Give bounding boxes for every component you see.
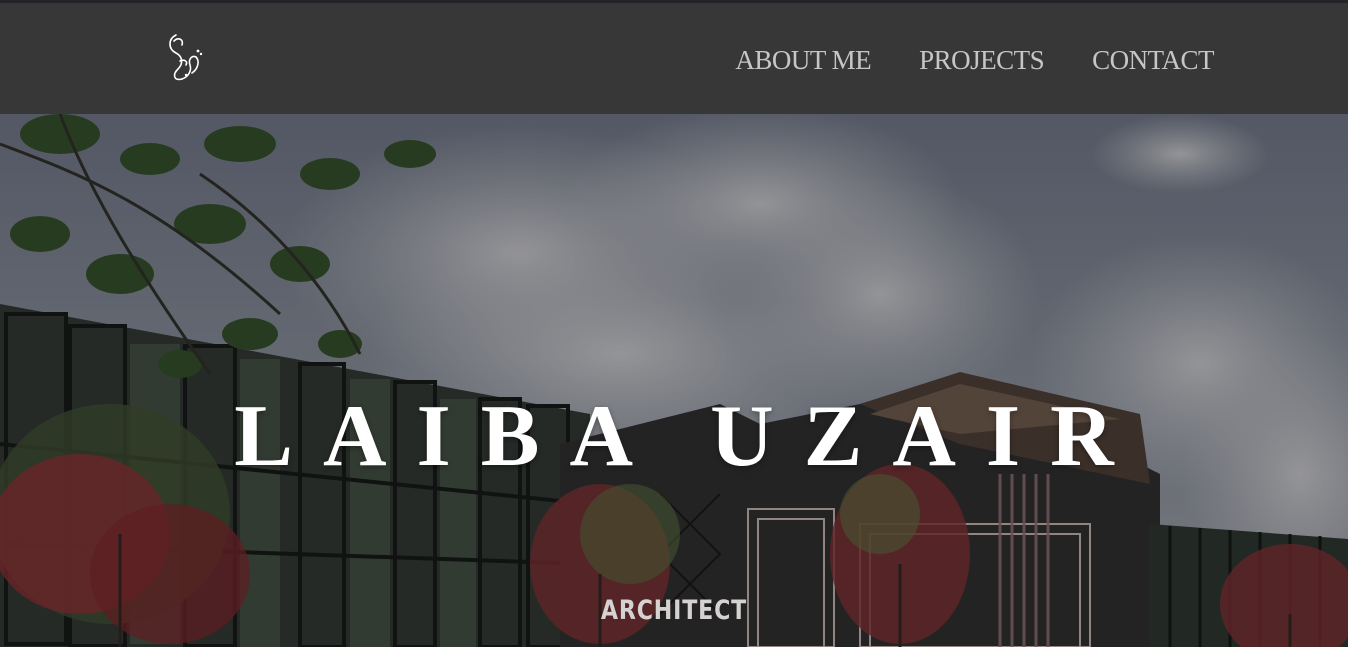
nav-contact[interactable]: CONTACT — [1092, 45, 1214, 75]
navbar: ABOUT ME PROJECTS CONTACT — [0, 3, 1348, 114]
nav-projects[interactable]: PROJECTS — [919, 45, 1045, 75]
hero-section: LAIBA UZAIR ARCHITECT — [0, 114, 1348, 647]
hero-subtitle: ARCHITECT — [600, 595, 748, 626]
hero-overlay — [0, 114, 1348, 647]
hero-title: LAIBA UZAIR — [234, 388, 1144, 485]
nav-about-me[interactable]: ABOUT ME — [735, 45, 871, 75]
arabic-calligraphy-logo-icon[interactable] — [162, 31, 208, 85]
page: ABOUT ME PROJECTS CONTACT LAIBA UZAIR AR… — [0, 0, 1348, 647]
main-nav: ABOUT ME PROJECTS CONTACT — [735, 45, 1214, 75]
